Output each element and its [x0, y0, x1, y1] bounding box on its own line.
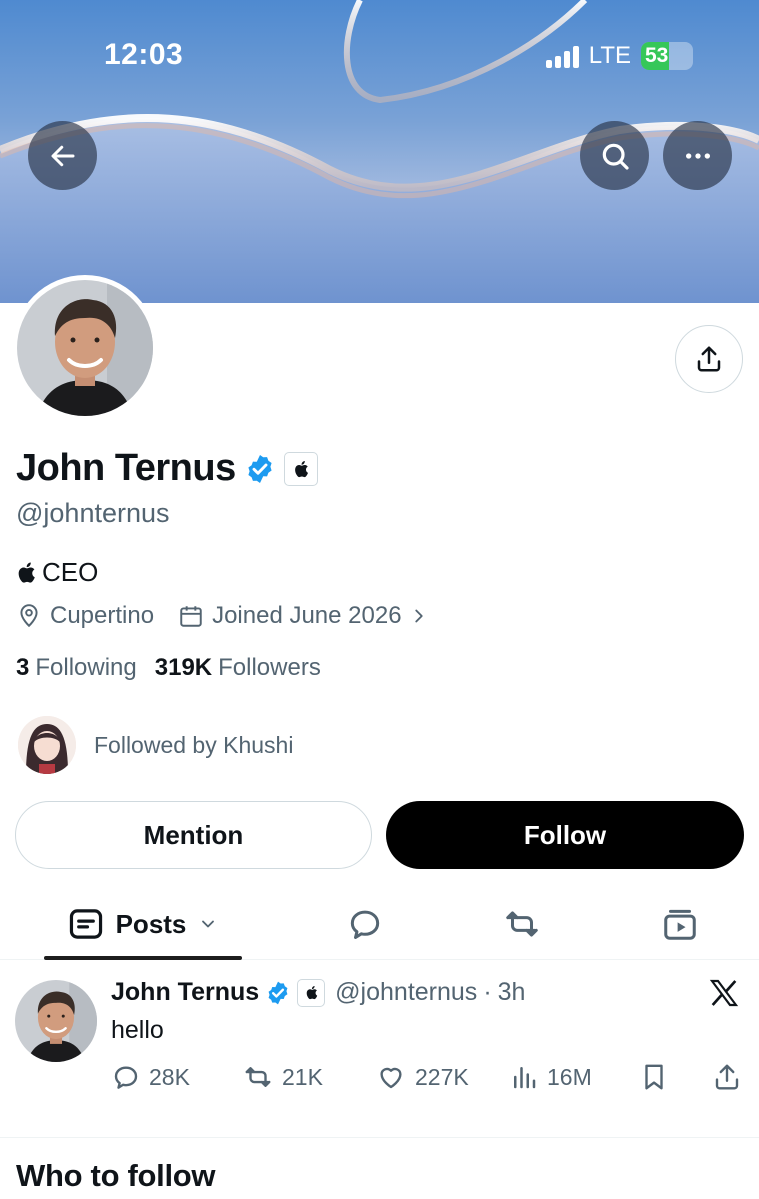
tab-media[interactable] [645, 890, 715, 958]
followed-by-row[interactable]: Followed by Khushi [18, 716, 293, 774]
profile-handle: @johnternus [16, 498, 170, 528]
profile-name-row: John Ternus [16, 447, 318, 490]
network-label: LTE [588, 42, 631, 69]
status-time: 12:03 [104, 38, 184, 71]
profile-tabs: Posts [0, 890, 759, 960]
verified-badge-icon[interactable] [244, 453, 276, 485]
reply-action[interactable]: 28K [111, 1062, 190, 1092]
bookmark-icon [645, 1064, 663, 1090]
follower-avatar [18, 716, 76, 774]
post-handle: @johnternus [335, 978, 478, 1006]
tab-replies[interactable] [330, 890, 400, 958]
avatar-photo [17, 280, 153, 416]
back-arrow-icon [51, 145, 74, 166]
reply-icon [114, 1066, 138, 1089]
followers-link[interactable]: 319K Followers [155, 654, 321, 682]
search-icon [602, 143, 629, 170]
calendar-icon [180, 606, 202, 627]
repost-count: 21K [282, 1063, 323, 1090]
follow-counts: 3 Following 319K Followers [16, 654, 321, 682]
location: Cupertino [16, 602, 154, 630]
posts-icon [69, 909, 102, 939]
followers-count: 319K [154, 654, 213, 681]
post-header: John Ternus @johnternus · 3h [111, 978, 525, 1007]
like-count: 227K [415, 1063, 469, 1090]
profile-bio: CEO [16, 557, 98, 588]
status-indicators: LTE 53 [545, 42, 693, 70]
who-to-follow-heading: Who to follow [16, 1158, 216, 1193]
tab-posts-label: Posts [115, 908, 187, 939]
mention-button[interactable]: Mention [15, 801, 372, 869]
joined-text: Joined June 2026 [212, 602, 402, 629]
follow-button[interactable]: Follow [386, 801, 744, 869]
like-action[interactable]: 227K [375, 1062, 469, 1092]
share-icon [715, 1064, 739, 1090]
chevron-right-icon [414, 609, 423, 623]
battery-level: 53 [645, 44, 669, 67]
post-separator: · [483, 978, 492, 1006]
post-affiliation-badge [297, 978, 326, 1007]
apple-logo-icon [306, 986, 317, 1000]
repost-action[interactable]: 21K [242, 1062, 323, 1092]
location-icon [20, 604, 38, 628]
header-banner: 12:03 LTE 53 [0, 0, 759, 303]
share-icon [697, 346, 721, 372]
profile-meta: Cupertino Joined June 2026 [16, 602, 452, 630]
bookmark-action[interactable] [639, 1062, 669, 1092]
following-count: 3 [16, 654, 30, 681]
bio-text: CEO [42, 557, 99, 587]
battery-icon: 53 [641, 42, 693, 70]
follower-avatar-image [18, 716, 76, 774]
views-icon [514, 1067, 536, 1089]
share-profile-button[interactable] [675, 325, 743, 393]
tab-posts[interactable]: Posts [44, 890, 242, 960]
more-icon [685, 152, 710, 159]
following-link[interactable]: 3 Following [16, 654, 137, 682]
followed-by-text: Followed by Khushi [94, 731, 294, 758]
post-avatar[interactable] [15, 980, 97, 1062]
repost-icon [245, 1067, 271, 1087]
views-action[interactable]: 16M [509, 1062, 592, 1092]
followers-label: Followers [218, 654, 321, 681]
post-author[interactable]: John Ternus [111, 978, 259, 1007]
joined-date[interactable]: Joined June 2026 [178, 602, 428, 630]
post-text: hello [111, 1016, 164, 1044]
share-post-action[interactable] [712, 1062, 742, 1092]
views-count: 16M [547, 1063, 592, 1090]
affiliation-badge[interactable] [283, 451, 318, 486]
reply-icon [350, 910, 380, 939]
reply-count: 28K [149, 1063, 190, 1090]
back-button[interactable] [28, 121, 97, 190]
post-source [708, 977, 740, 1014]
signal-icon [545, 44, 579, 68]
apple-logo-icon [294, 460, 308, 477]
like-icon [380, 1067, 402, 1089]
tab-reposts[interactable] [487, 890, 557, 958]
profile-avatar[interactable] [12, 275, 158, 421]
more-button[interactable] [663, 121, 732, 190]
post-avatar-photo [15, 980, 97, 1062]
profile-name: John Ternus [16, 447, 236, 489]
post-item[interactable]: John Ternus @johnternus · 3h hello 28K 2… [0, 960, 759, 1138]
x-logo-icon [709, 979, 739, 1007]
media-icon [664, 909, 696, 940]
apple-logo-icon [18, 562, 35, 583]
chevron-down-icon [202, 920, 215, 928]
location-text: Cupertino [50, 602, 155, 629]
search-button[interactable] [580, 121, 649, 190]
repost-icon [506, 911, 538, 937]
verified-badge-icon [268, 981, 288, 1004]
post-actions: 28K 21K 227K 16M [111, 1062, 743, 1094]
post-time[interactable]: 3h [498, 978, 526, 1007]
following-label: Following [35, 654, 137, 681]
